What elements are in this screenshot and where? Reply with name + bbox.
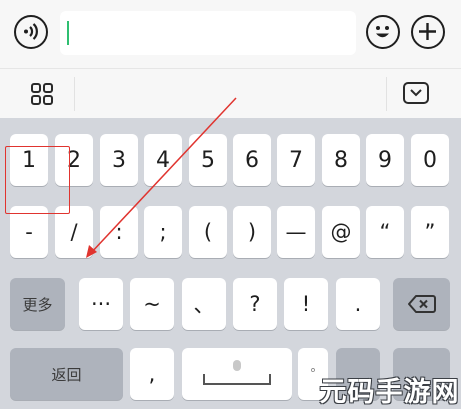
chevron-down-icon[interactable] bbox=[402, 81, 430, 105]
backspace-button[interactable] bbox=[393, 278, 450, 330]
backspace-icon bbox=[407, 295, 436, 313]
keyboard-toolbar bbox=[0, 68, 461, 118]
voice-icon[interactable] bbox=[14, 15, 48, 49]
key-em-dash[interactable]: — bbox=[277, 206, 315, 258]
key-question[interactable]: ? bbox=[233, 278, 277, 330]
watermark-logo: 元码手游网 bbox=[319, 377, 460, 408]
key-left-paren[interactable]: ( bbox=[189, 206, 227, 258]
text-caret bbox=[67, 21, 69, 45]
more-symbols-button[interactable]: 更多 bbox=[10, 278, 65, 330]
key-right-paren[interactable]: ) bbox=[233, 206, 271, 258]
key-period[interactable]: . bbox=[336, 278, 380, 330]
key-enumeration-comma[interactable]: 、 bbox=[182, 278, 226, 330]
key-2[interactable]: 2 bbox=[55, 134, 93, 186]
space-icon bbox=[203, 360, 271, 385]
grid-icon[interactable] bbox=[30, 82, 54, 106]
key-exclamation[interactable]: ! bbox=[284, 278, 328, 330]
key-semicolon[interactable]: ; bbox=[144, 206, 182, 258]
key-at[interactable]: @ bbox=[322, 206, 360, 258]
key-7[interactable]: 7 bbox=[277, 134, 315, 186]
key-0[interactable]: 0 bbox=[411, 134, 449, 186]
key-slash[interactable]: / bbox=[55, 206, 93, 258]
key-hyphen[interactable]: - bbox=[10, 206, 48, 258]
key-5[interactable]: 5 bbox=[189, 134, 227, 186]
key-1[interactable]: 1 bbox=[10, 134, 48, 186]
key-6[interactable]: 6 bbox=[233, 134, 271, 186]
key-8[interactable]: 8 bbox=[322, 134, 360, 186]
key-ellipsis[interactable]: ··· bbox=[79, 278, 123, 330]
plus-icon[interactable] bbox=[411, 15, 445, 49]
key-left-quote[interactable]: “ bbox=[366, 206, 404, 258]
space-bar[interactable] bbox=[182, 348, 292, 400]
back-button[interactable]: 返回 bbox=[10, 348, 123, 400]
key-3[interactable]: 3 bbox=[100, 134, 138, 186]
chat-input-bar bbox=[0, 0, 461, 68]
emoji-icon[interactable] bbox=[366, 15, 400, 49]
toolbar-divider bbox=[386, 77, 387, 111]
key-9[interactable]: 9 bbox=[366, 134, 404, 186]
key-tilde[interactable]: ~ bbox=[130, 278, 174, 330]
message-input[interactable] bbox=[60, 11, 356, 55]
toolbar-divider bbox=[74, 77, 75, 111]
key-4[interactable]: 4 bbox=[144, 134, 182, 186]
keyboard: 1 2 3 4 5 6 7 8 9 0 - / : ; ( ) — @ “ ” … bbox=[0, 118, 461, 409]
key-comma[interactable]: , bbox=[130, 348, 174, 400]
key-right-quote[interactable]: ” bbox=[411, 206, 449, 258]
key-colon[interactable]: : bbox=[100, 206, 138, 258]
